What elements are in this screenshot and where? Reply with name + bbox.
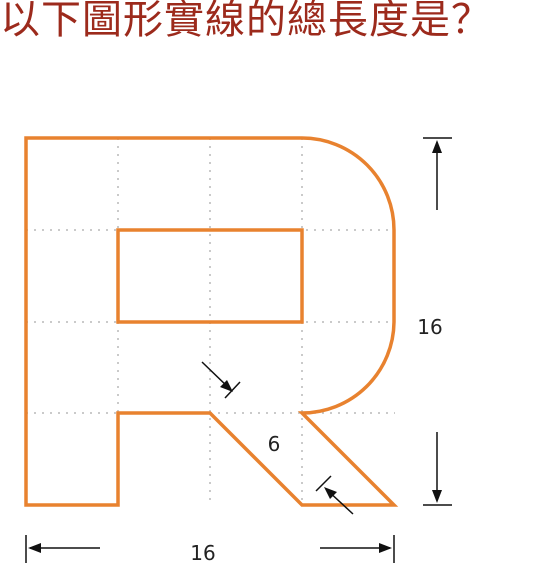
- slant-width-label: 6: [268, 432, 281, 456]
- height-label: 16: [417, 315, 442, 339]
- width-label: 16: [190, 541, 215, 563]
- letter-r-figure: 16 16 6: [24, 136, 452, 563]
